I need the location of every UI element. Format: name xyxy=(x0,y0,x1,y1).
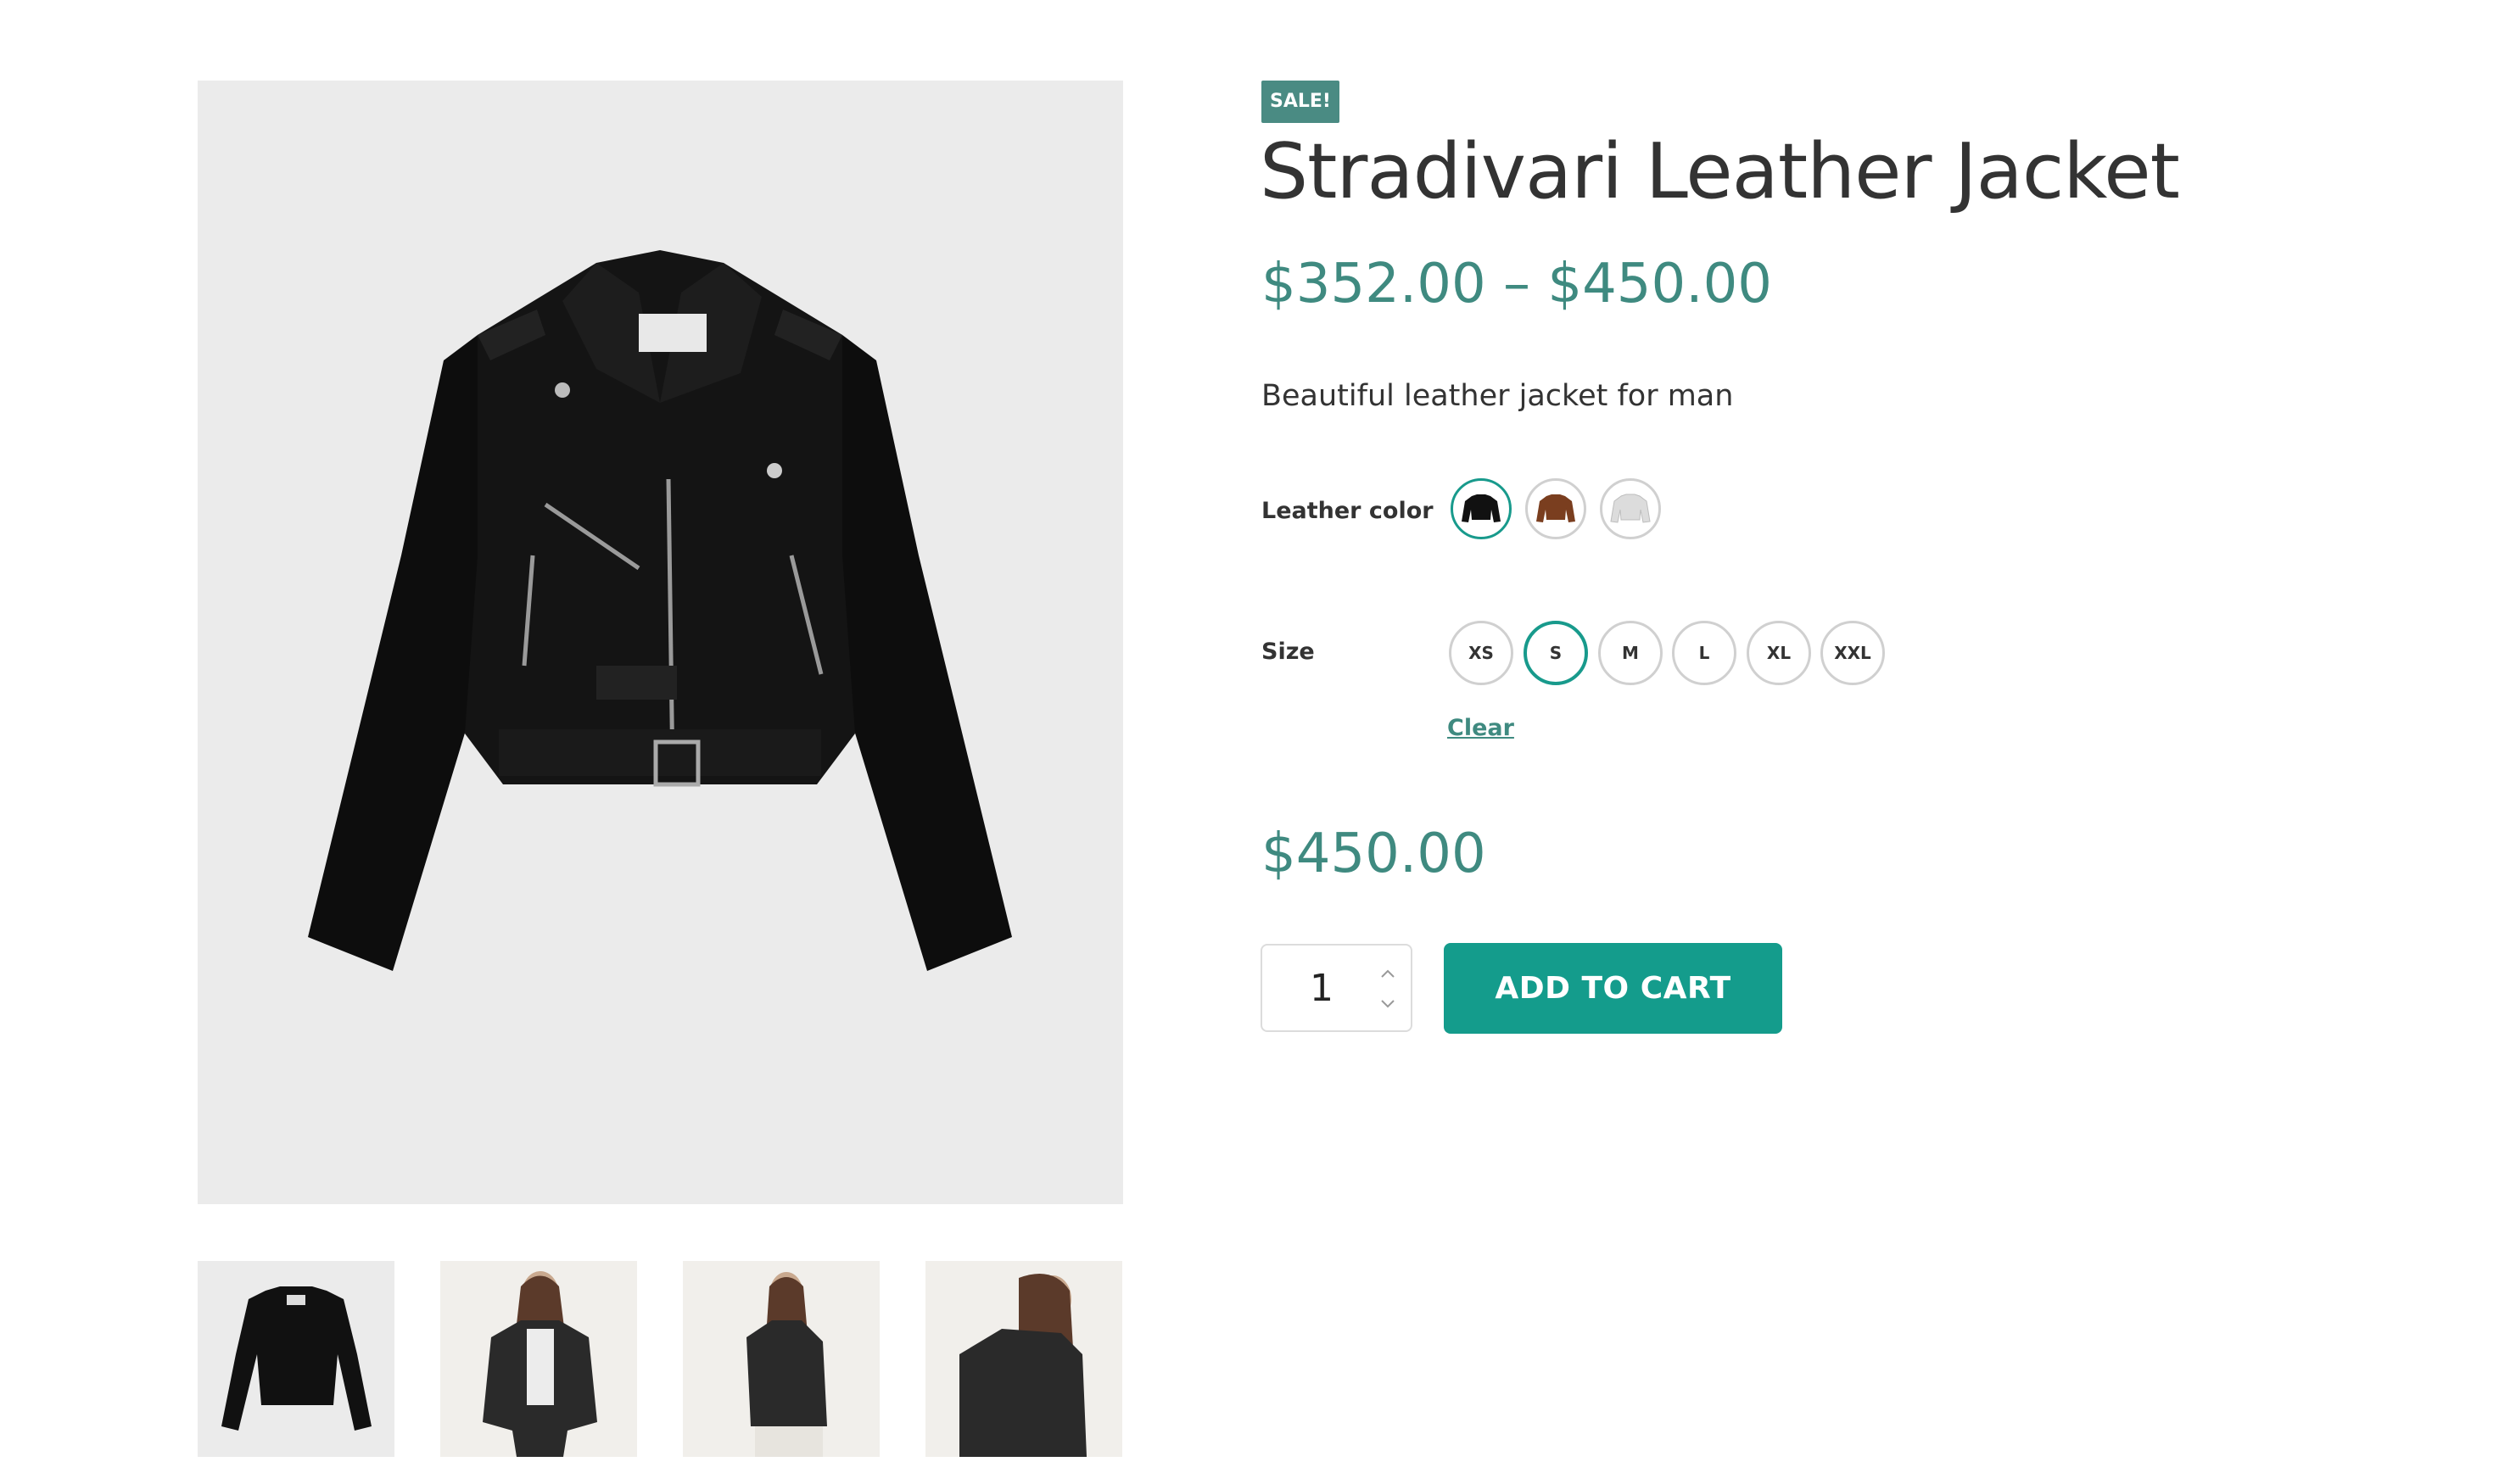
size-option-xs[interactable]: XS xyxy=(1449,621,1513,685)
thumbnail-model-front[interactable] xyxy=(440,1261,637,1457)
size-option-s[interactable]: S xyxy=(1524,621,1588,685)
chevron-up-icon[interactable] xyxy=(1377,962,1399,985)
product-main-image[interactable] xyxy=(198,81,1123,1204)
quantity-stepper[interactable]: 1 xyxy=(1261,944,1412,1032)
size-option-l[interactable]: L xyxy=(1672,621,1736,685)
jacket-black-icon xyxy=(1462,494,1501,522)
quantity-input[interactable]: 1 xyxy=(1262,946,1381,1030)
size-option-m[interactable]: M xyxy=(1598,621,1663,685)
chevron-down-icon[interactable] xyxy=(1377,993,1399,1015)
size-label: Size xyxy=(1261,639,1315,665)
add-to-cart-button[interactable]: ADD TO CART xyxy=(1444,943,1782,1034)
leather-jacket-image xyxy=(308,250,1012,971)
jacket-brown-icon xyxy=(1536,494,1575,522)
size-option-xl[interactable]: XL xyxy=(1747,621,1811,685)
price-range: $352.00 – $450.00 xyxy=(1261,253,1772,315)
variation-price: $450.00 xyxy=(1261,823,1486,885)
swatch-black[interactable] xyxy=(1451,478,1512,539)
thumbnail-model-turn[interactable] xyxy=(925,1261,1122,1457)
jacket-white-icon xyxy=(1610,494,1651,523)
swatch-brown[interactable] xyxy=(1525,478,1586,539)
leather-color-label: Leather color xyxy=(1261,498,1434,524)
size-option-xxl[interactable]: XXL xyxy=(1820,621,1885,685)
product-short-description: Beautiful leather jacket for man xyxy=(1261,379,1734,413)
swatch-white[interactable] xyxy=(1600,478,1661,539)
thumbnail-model-side[interactable] xyxy=(683,1261,880,1457)
clear-selection-link[interactable]: Clear xyxy=(1447,715,1514,741)
thumbnail-jacket-flat[interactable] xyxy=(198,1261,394,1457)
product-title: Stradivari Leather Jacket xyxy=(1260,127,2180,216)
